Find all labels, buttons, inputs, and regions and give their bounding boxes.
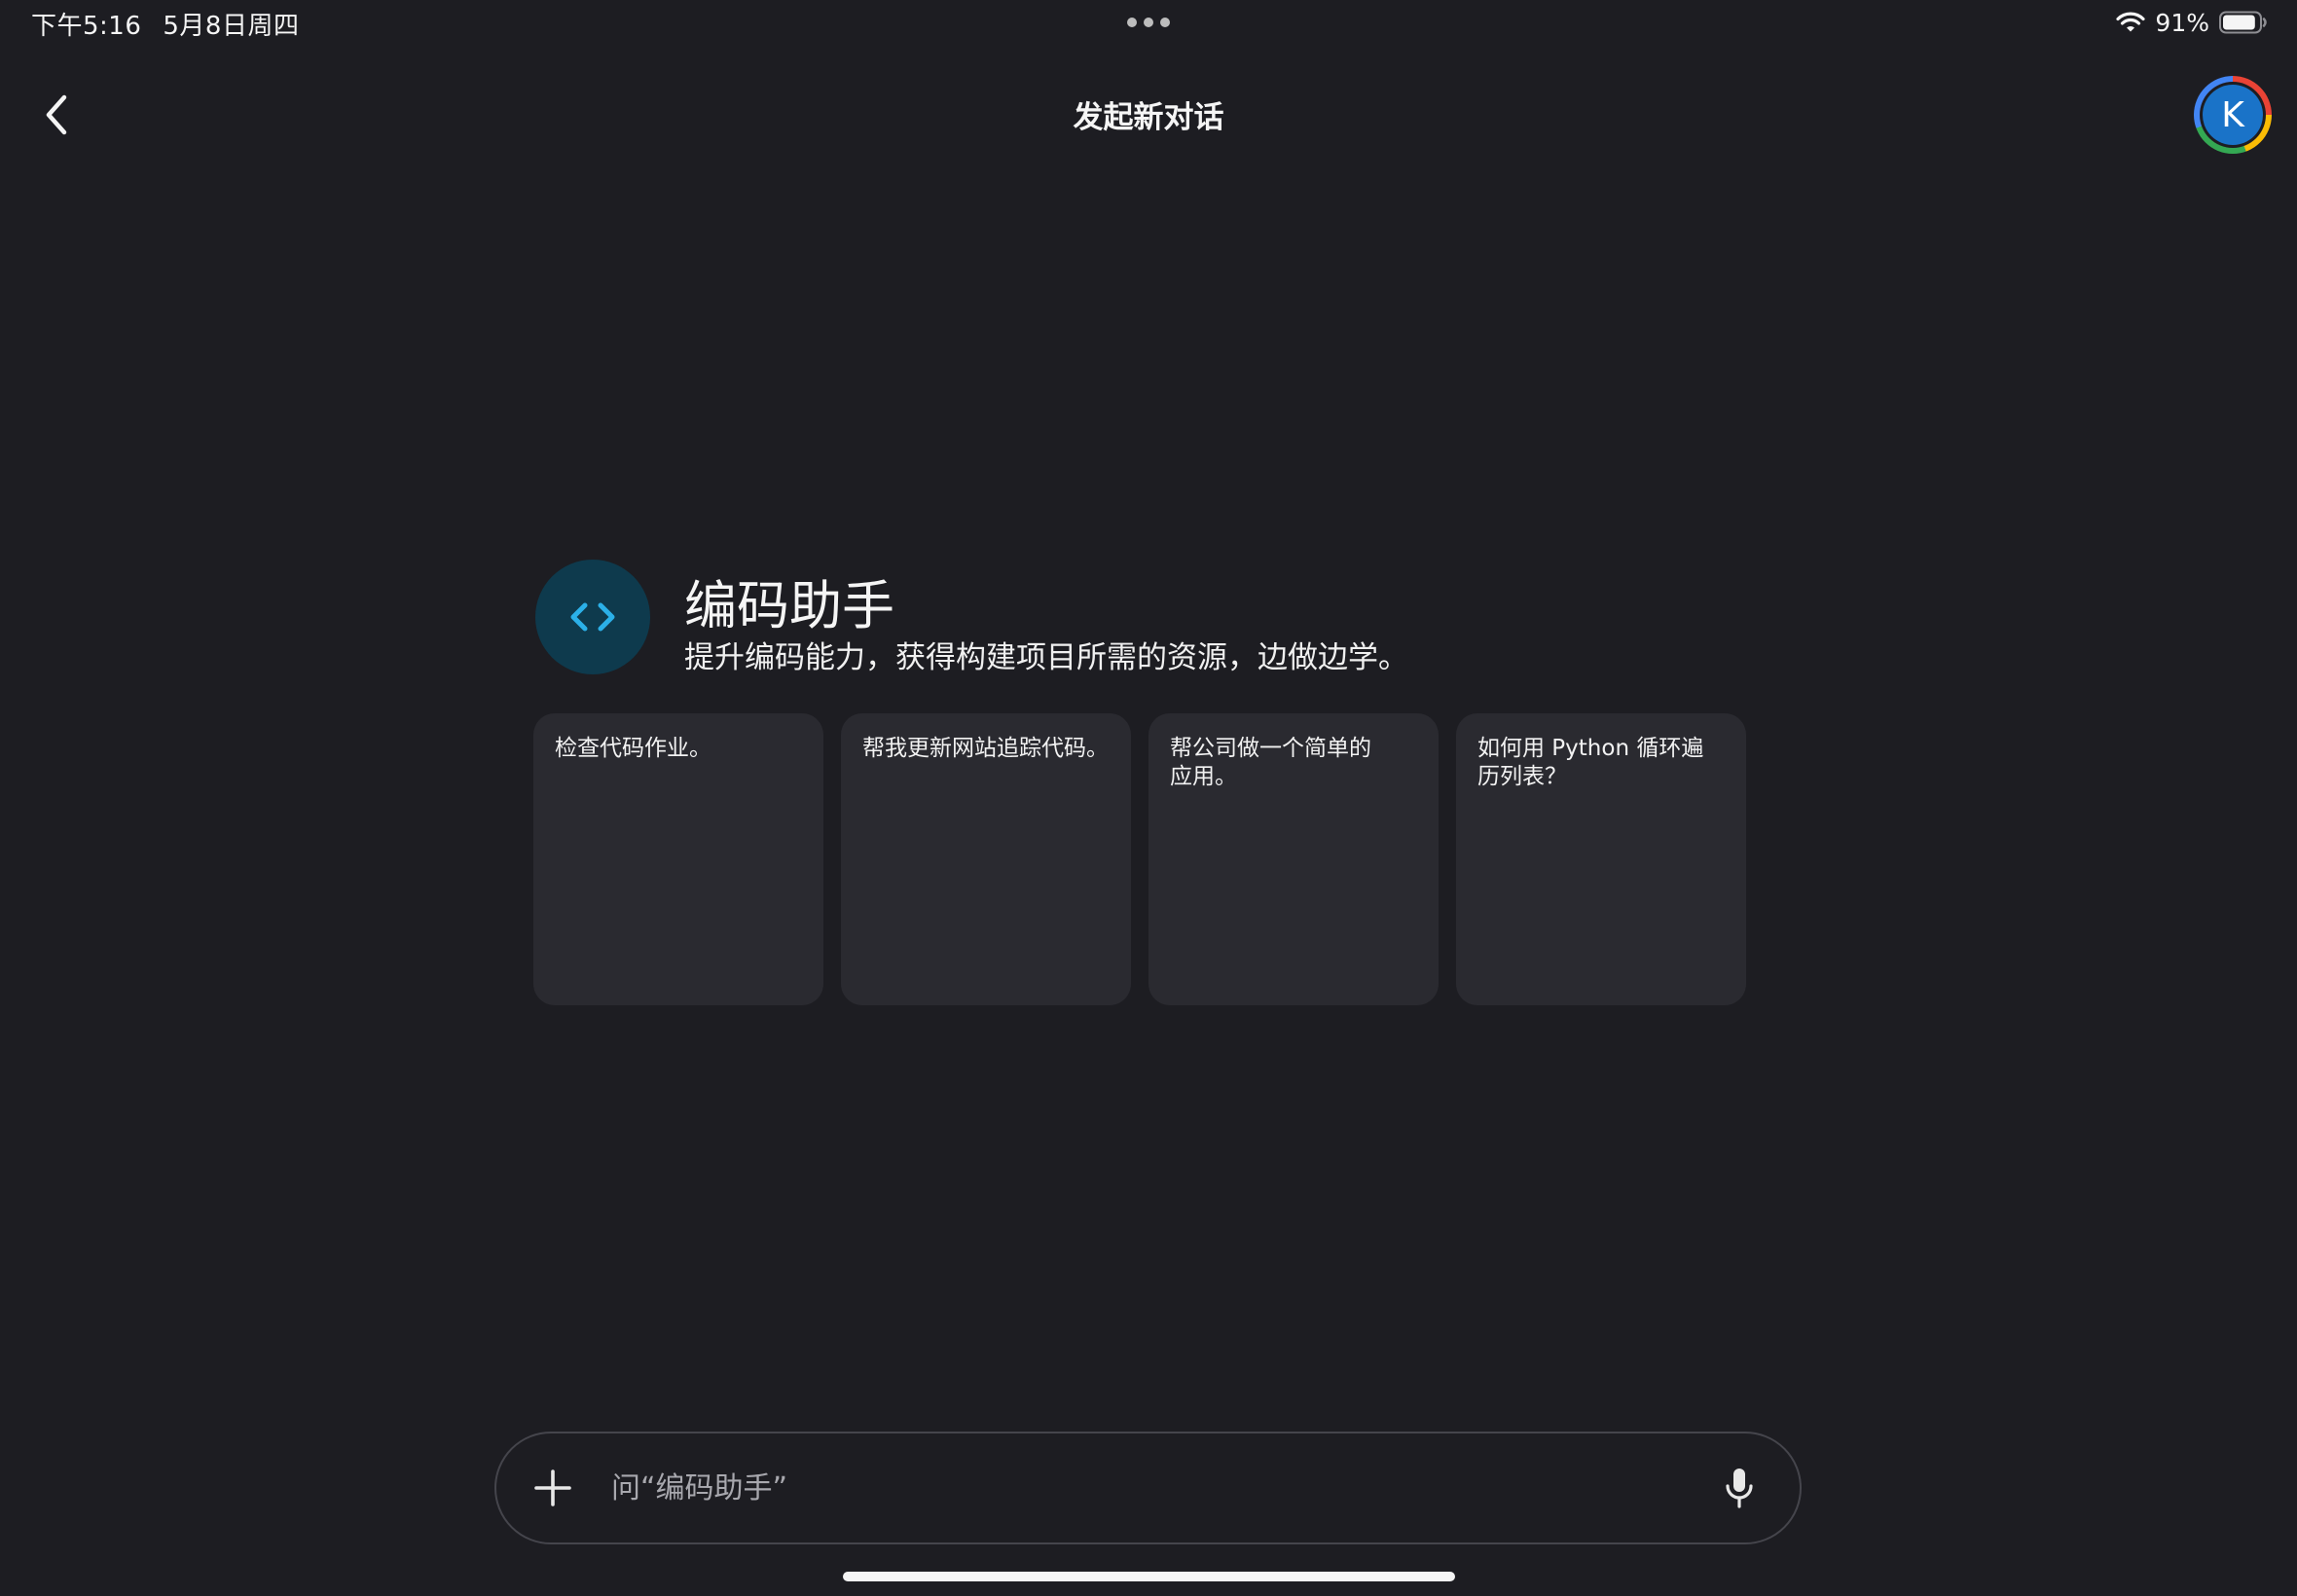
- status-date: 5月8日周四: [163, 12, 300, 41]
- suggestion-card-update-tracking-code[interactable]: 帮我更新网站追踪代码。: [841, 713, 1131, 1005]
- page-title: 发起新对话: [1073, 100, 1224, 135]
- suggestion-card-review-homework[interactable]: 检查代码作业。: [533, 713, 823, 1005]
- suggestion-text: 检查代码作业。: [555, 736, 711, 761]
- prompt-bar: [494, 1432, 1802, 1544]
- battery-icon: [2219, 11, 2268, 34]
- suggestion-text: 应用。: [1170, 764, 1237, 789]
- gem-description: 提升编码能力，获得构建项目所需的资源，边做边学。: [684, 640, 1408, 675]
- suggestion-text: 帮公司做一个简单的: [1170, 736, 1371, 761]
- status-time-date: 下午5:16 5月8日周四: [31, 6, 299, 42]
- battery-percent: 91%: [2155, 8, 2209, 37]
- avatar-initial: K: [2203, 85, 2263, 145]
- suggestion-text: 如何用 Python 循环遍: [1477, 736, 1704, 761]
- multitasking-dots-icon[interactable]: [1127, 18, 1170, 27]
- avatar-ring-gap: K: [2200, 82, 2266, 148]
- plus-icon: [534, 1469, 571, 1506]
- suggestion-card-python-loop[interactable]: 如何用 Python 循环遍 历列表？: [1456, 713, 1746, 1005]
- add-attachment-button[interactable]: [528, 1463, 578, 1513]
- suggestion-text: 帮我更新网站追踪代码。: [862, 736, 1109, 761]
- suggestion-text: 历列表？: [1477, 764, 1567, 789]
- screen: 下午5:16 5月8日周四 91% 发起新对话 K 编码助手 提升编码能力，获得…: [0, 0, 2297, 1596]
- code-brackets-icon: [535, 560, 650, 674]
- microphone-button[interactable]: [1718, 1465, 1761, 1511]
- prompt-input[interactable]: [611, 1461, 1585, 1515]
- home-indicator[interactable]: [843, 1572, 1455, 1581]
- wifi-icon: [2116, 11, 2146, 34]
- microphone-icon: [1726, 1469, 1753, 1508]
- suggestion-card-simple-app[interactable]: 帮公司做一个简单的 应用。: [1148, 713, 1439, 1005]
- avatar[interactable]: K: [2194, 76, 2272, 154]
- gem-name: 编码助手: [684, 575, 894, 636]
- status-indicators: 91%: [2116, 8, 2268, 37]
- suggestion-cards: 检查代码作业。 帮我更新网站追踪代码。 帮公司做一个简单的 应用。 如何用 Py…: [533, 713, 1746, 1005]
- status-time: 下午5:16: [31, 12, 142, 41]
